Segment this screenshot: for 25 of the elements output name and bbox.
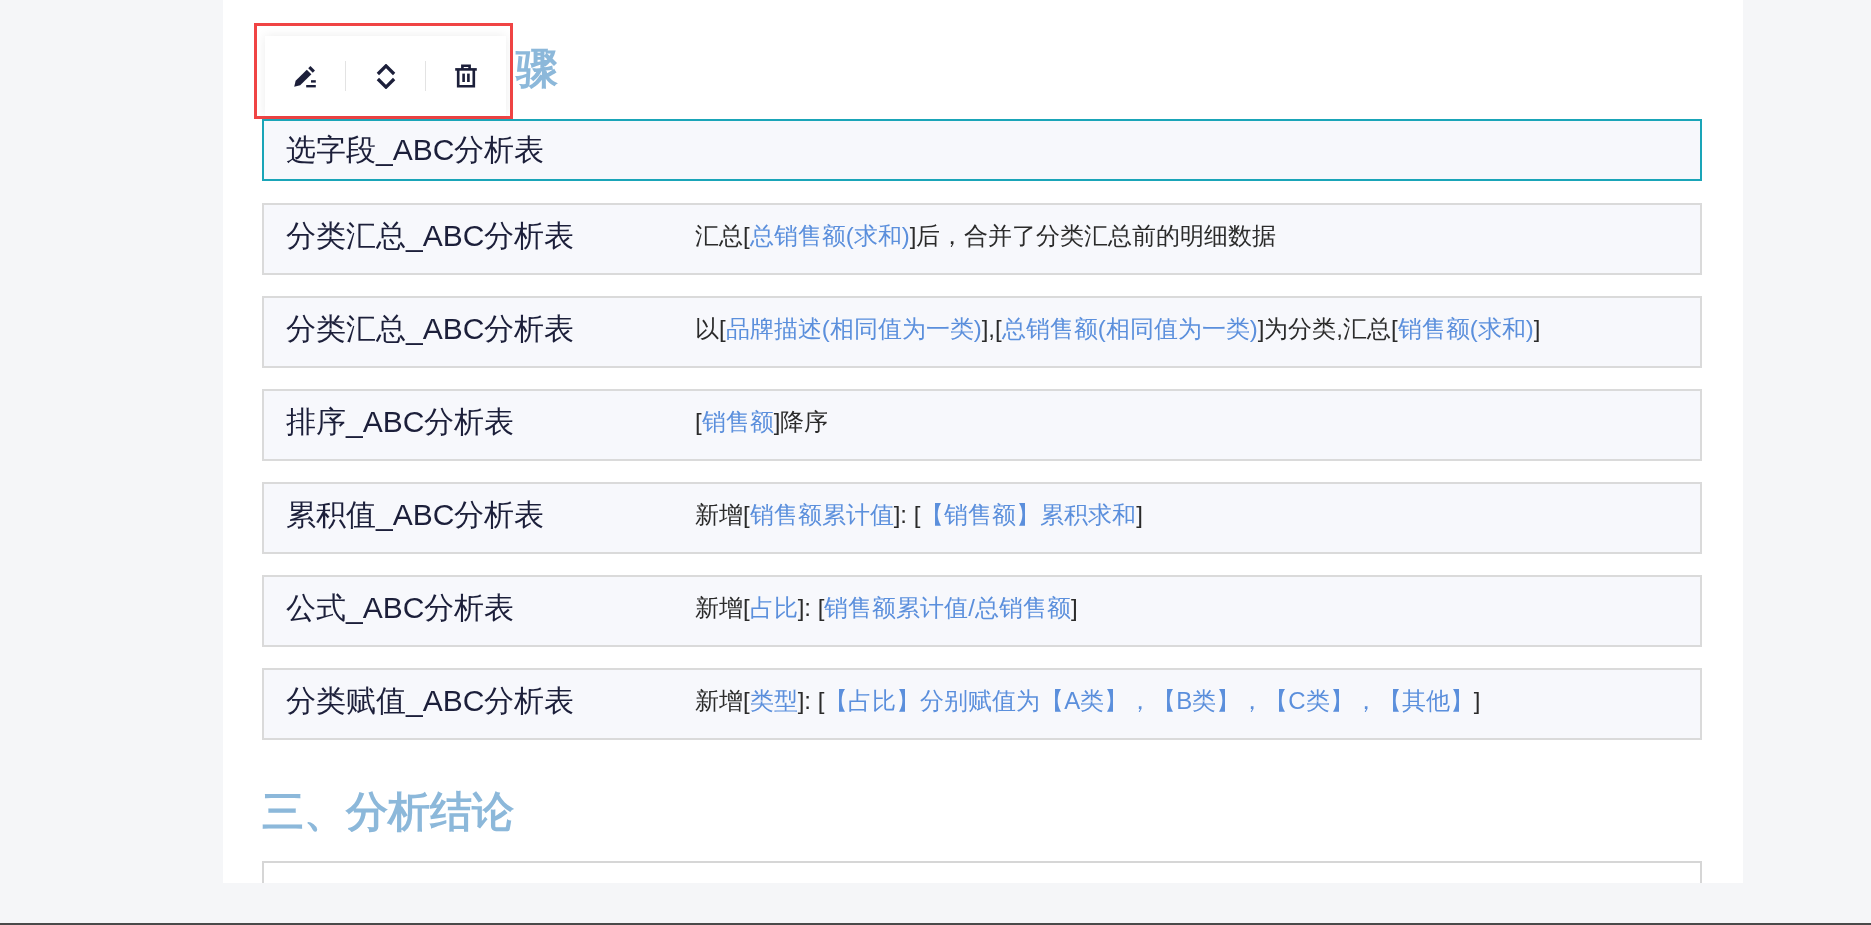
step-title: 分类赋值_ABC分析表 bbox=[286, 683, 576, 719]
step-title: 公式_ABC分析表 bbox=[286, 590, 516, 626]
step-card[interactable]: 分类汇总_ABC分析表 汇总[总销售额(求和)]后，合并了分类汇总前的明细数据 bbox=[262, 203, 1702, 275]
step-card[interactable]: 排序_ABC分析表 [销售额]降序 bbox=[262, 389, 1702, 461]
trash-icon bbox=[454, 64, 479, 88]
step-title: 累积值_ABC分析表 bbox=[286, 497, 546, 533]
step-title: 选字段_ABC分析表 bbox=[286, 132, 546, 168]
section-heading: 三、分析结论 bbox=[262, 790, 515, 834]
section-heading: 骤 bbox=[516, 47, 558, 91]
step-description: 新增[占比]: [销售额累计值/总销售额] bbox=[695, 593, 1078, 623]
step-description: 以[品牌描述(相同值为一类)],[总销售额(相同值为一类)]为分类,汇总[销售额(求和)] bbox=[695, 314, 1541, 344]
step-description: 新增[类型]: [【占比】分别赋值为【A类】，【B类】，【C类】，【其他】] bbox=[695, 686, 1481, 716]
step-description: [销售额]降序 bbox=[695, 407, 829, 437]
step-card[interactable]: 公式_ABC分析表 新增[占比]: [销售额累计值/总销售额] bbox=[262, 575, 1702, 647]
step-card[interactable]: 分类赋值_ABC分析表 新增[类型]: [【占比】分别赋值为【A类】，【B类】，【C类】，【其他】] bbox=[262, 668, 1702, 740]
step-card[interactable]: 分类汇总_ABC分析表 以[品牌描述(相同值为一类)],[总销售额(相同值为一类)]为分类,汇总[销售额(求和)] bbox=[262, 296, 1702, 368]
step-description: 新增[销售额累计值]: [【销售额】累积求和] bbox=[695, 500, 1143, 530]
step-title: 排序_ABC分析表 bbox=[286, 404, 516, 440]
step-title: 分类汇总_ABC分析表 bbox=[286, 311, 576, 347]
chevrons-up-down-icon bbox=[375, 63, 396, 89]
step-description: 汇总[总销售额(求和)]后，合并了分类汇总前的明细数据 bbox=[695, 221, 1277, 251]
step-title: 分类汇总_ABC分析表 bbox=[286, 218, 576, 254]
step-card[interactable]: 累积值_ABC分析表 新增[销售额累计值]: [【销售额】累积求和] bbox=[262, 482, 1702, 554]
pencil-icon bbox=[292, 64, 317, 88]
step-card[interactable]: 选字段_ABC分析表 bbox=[262, 119, 1702, 181]
